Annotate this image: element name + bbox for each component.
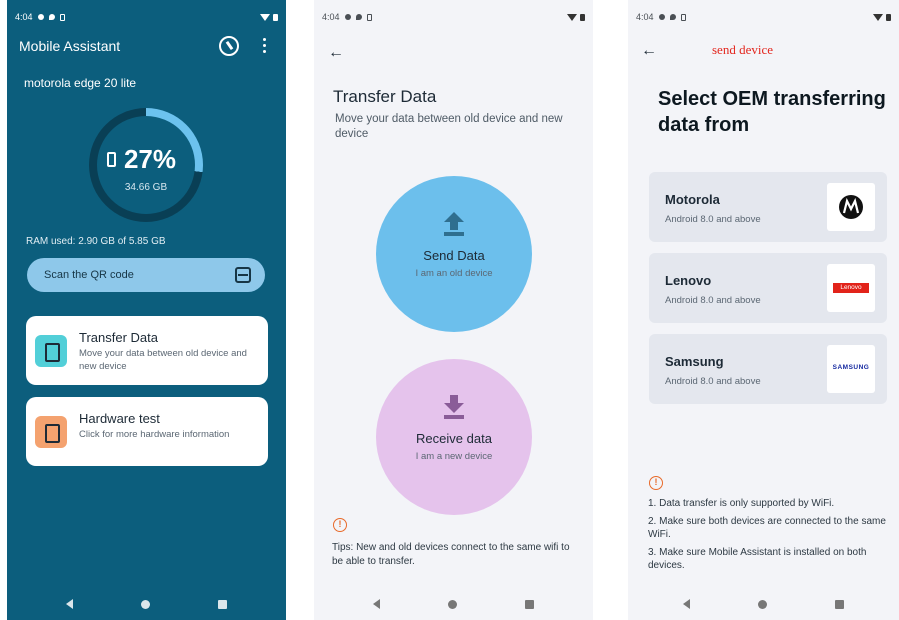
nav-home-icon[interactable] (141, 599, 150, 609)
oem-version: Android 8.0 and above (665, 376, 761, 387)
scan-qr-button[interactable]: Scan the QR code (27, 258, 265, 292)
oem-name: Motorola (665, 192, 720, 207)
oem-item-motorola[interactable]: Motorola Android 8.0 and above (649, 172, 887, 242)
transfer-data-card[interactable]: Transfer Data Move your data between old… (26, 316, 268, 385)
send-data-label: Send Data (423, 248, 485, 263)
location-icon (669, 14, 676, 20)
card-title: Transfer Data (79, 330, 158, 345)
nav-back-icon[interactable] (66, 599, 73, 609)
note-item: 3. Make sure Mobile Assistant is install… (648, 547, 867, 571)
nav-bar (628, 592, 899, 616)
location-icon (355, 14, 362, 20)
status-bar: 4:04 (15, 10, 278, 24)
battery-icon (580, 13, 585, 21)
page-subtitle: Move your data between old device and ne… (335, 113, 563, 140)
notes-list: 1. Data transfer is only supported by Wi… (648, 497, 893, 577)
card-desc: Click for more hardware information (79, 429, 230, 440)
download-icon (444, 395, 464, 419)
oem-version: Android 8.0 and above (665, 295, 761, 306)
receive-data-button[interactable]: Receive data I am a new device (376, 359, 532, 515)
warning-icon: ! (649, 476, 663, 490)
more-menu-icon[interactable] (263, 38, 267, 53)
receive-data-label: Receive data (416, 431, 492, 446)
wifi-icon (873, 13, 883, 21)
oem-item-samsung[interactable]: Samsung Android 8.0 and above SAMSUNG (649, 334, 887, 404)
settings-icon (344, 14, 351, 20)
note-item: 1. Data transfer is only supported by Wi… (648, 498, 835, 509)
hardware-test-card[interactable]: Hardware test Click for more hardware in… (26, 397, 268, 466)
storage-used: 34.66 GB (124, 182, 168, 193)
home-screen: 4:04 Mobile Assistant motorola edge 20 l… (7, 0, 286, 620)
nav-recents-icon[interactable] (218, 599, 227, 609)
nav-home-icon[interactable] (448, 599, 457, 609)
lenovo-logo: Lenovo (827, 264, 875, 312)
status-bar: 4:04 (322, 10, 585, 24)
card-title: Hardware test (79, 411, 160, 426)
location-icon (48, 14, 55, 20)
header-label: send device (712, 42, 774, 57)
card-desc: Move your data between old device and ne… (79, 348, 247, 372)
storage-percent: 27% (123, 144, 177, 174)
nav-recents-icon[interactable] (835, 599, 844, 609)
wifi-icon (567, 13, 577, 21)
battery-icon (886, 13, 891, 21)
motorola-logo (827, 183, 875, 231)
sim-icon (680, 13, 686, 21)
nav-home-icon[interactable] (758, 599, 767, 609)
nav-back-icon[interactable] (683, 599, 690, 609)
device-name: motorola edge 20 lite (24, 76, 137, 90)
tips-text: Tips: New and old devices connect to the… (332, 542, 570, 567)
settings-icon (658, 14, 665, 20)
note-item: 2. Make sure both devices are connected … (648, 516, 886, 540)
ram-usage: RAM used: 2.90 GB of 5.85 GB (26, 236, 166, 247)
speed-gauge-icon[interactable] (219, 36, 239, 56)
status-bar: 4:04 (636, 10, 891, 24)
select-oem-screen: 4:04 ← send device Select OEM transferri… (628, 0, 899, 620)
send-data-sub: I am an old device (415, 268, 493, 279)
send-data-button[interactable]: Send Data I am an old device (376, 176, 532, 332)
app-title: Mobile Assistant (19, 38, 121, 54)
sim-icon (366, 13, 372, 21)
sim-icon (59, 13, 65, 21)
oem-item-lenovo[interactable]: Lenovo Android 8.0 and above Lenovo (649, 253, 887, 323)
wifi-icon (260, 13, 270, 21)
back-arrow-icon[interactable]: ← (328, 44, 344, 62)
receive-data-sub: I am a new device (415, 451, 493, 462)
page-title: Transfer Data (333, 87, 437, 106)
qr-scan-icon (235, 267, 251, 283)
warning-icon: ! (333, 518, 347, 532)
oem-name: Samsung (665, 354, 724, 369)
oem-name: Lenovo (665, 273, 712, 288)
transfer-data-screen: 4:04 ← Transfer Data Move your data betw… (314, 0, 593, 620)
oem-version: Android 8.0 and above (665, 214, 761, 225)
nav-recents-icon[interactable] (525, 599, 534, 609)
upload-icon (444, 212, 464, 236)
status-time: 4:04 (15, 12, 33, 22)
nav-bar (314, 592, 593, 616)
hardware-icon (35, 416, 67, 448)
battery-icon (273, 13, 278, 21)
transfer-icon (35, 335, 67, 367)
status-time: 4:04 (322, 12, 340, 22)
status-time: 4:04 (636, 12, 654, 22)
back-arrow-icon[interactable]: ← (641, 42, 657, 60)
scan-qr-label: Scan the QR code (44, 269, 134, 281)
nav-back-icon[interactable] (373, 599, 380, 609)
nav-bar (7, 592, 286, 616)
samsung-logo: SAMSUNG (827, 345, 875, 393)
settings-icon (37, 14, 44, 20)
page-title: Select OEM transferring data from (658, 88, 886, 136)
